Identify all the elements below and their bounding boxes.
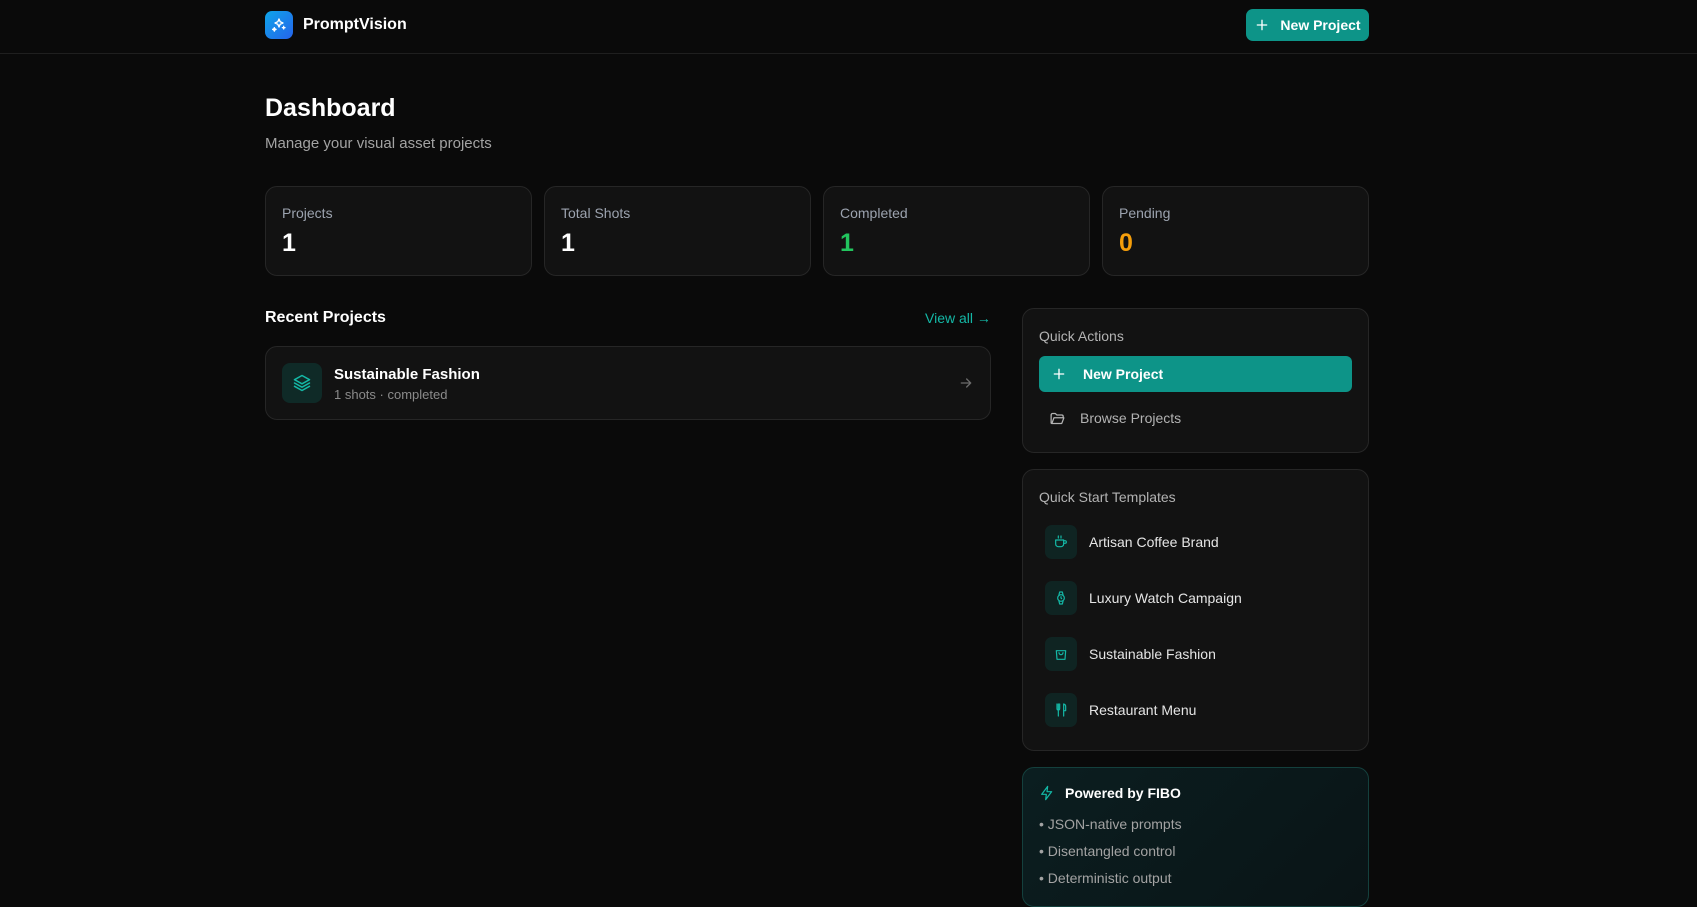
recent-projects-title: Recent Projects	[265, 309, 386, 326]
templates-panel: Quick Start Templates Artisan Coffee Bra…	[1022, 469, 1369, 751]
view-all-link[interactable]: View all →	[925, 310, 991, 326]
stat-card-pending: Pending 0	[1102, 186, 1369, 276]
template-label: Luxury Watch Campaign	[1089, 590, 1242, 606]
stat-label: Pending	[1119, 205, 1171, 221]
template-item-restaurant-menu[interactable]: Restaurant Menu	[1045, 693, 1196, 727]
project-card[interactable]: Sustainable Fashion 1 shots · completed	[265, 346, 991, 420]
fibo-header: Powered by FIBO	[1039, 785, 1181, 801]
zap-icon	[1041, 785, 1053, 801]
templates-title: Quick Start Templates	[1039, 489, 1176, 505]
page-subtitle: Manage your visual asset projects	[265, 135, 492, 152]
brand[interactable]: PromptVision	[265, 11, 407, 39]
plus-icon	[1257, 19, 1268, 31]
browse-projects-label: Browse Projects	[1080, 410, 1182, 426]
stat-value: 1	[840, 229, 854, 257]
quick-actions-panel: Quick Actions New Project Browse Project…	[1022, 308, 1369, 453]
new-project-button[interactable]: New Project	[1246, 9, 1369, 41]
quick-new-project-label: New Project	[1083, 366, 1164, 382]
folder-open-icon	[1049, 410, 1066, 427]
stat-label: Completed	[840, 205, 908, 221]
template-label: Restaurant Menu	[1089, 702, 1197, 718]
powered-by-fibo-panel: Powered by FIBO • JSON-native prompts • …	[1022, 767, 1369, 907]
stat-card-projects: Projects 1	[265, 186, 532, 276]
arrow-right-icon	[958, 375, 974, 396]
template-label: Sustainable Fashion	[1089, 646, 1216, 662]
watch-icon	[1045, 581, 1077, 615]
top-header: PromptVision New Project	[0, 0, 1697, 54]
stat-value: 0	[1119, 229, 1133, 257]
fibo-feature: • Disentangled control	[1039, 843, 1176, 859]
utensils-icon	[1045, 693, 1077, 727]
page-title: Dashboard	[265, 94, 396, 122]
brand-name: PromptVision	[303, 16, 407, 33]
new-project-button-label: New Project	[1280, 17, 1361, 33]
stat-value: 1	[561, 229, 575, 257]
fibo-feature: • JSON-native prompts	[1039, 816, 1182, 832]
browse-projects-button[interactable]: Browse Projects	[1039, 400, 1352, 436]
template-item-sustainable-fashion[interactable]: Sustainable Fashion	[1045, 637, 1216, 671]
stat-card-completed: Completed 1	[823, 186, 1090, 276]
plus-icon	[1051, 366, 1067, 382]
layers-icon	[282, 363, 322, 403]
shopping-bag-icon	[1045, 637, 1077, 671]
template-item-luxury-watch[interactable]: Luxury Watch Campaign	[1045, 581, 1242, 615]
project-meta: 1 shots · completed	[334, 387, 448, 402]
quick-actions-title: Quick Actions	[1039, 328, 1124, 344]
fibo-feature: • Deterministic output	[1039, 870, 1172, 886]
stat-label: Projects	[282, 205, 333, 221]
stat-value: 1	[282, 229, 296, 257]
sparkles-icon	[265, 11, 293, 39]
coffee-icon	[1045, 525, 1077, 559]
template-label: Artisan Coffee Brand	[1089, 534, 1219, 550]
project-name: Sustainable Fashion	[334, 366, 480, 383]
quick-new-project-button[interactable]: New Project	[1039, 356, 1352, 392]
stat-card-total-shots: Total Shots 1	[544, 186, 811, 276]
fibo-title: Powered by FIBO	[1065, 785, 1181, 801]
template-item-artisan-coffee[interactable]: Artisan Coffee Brand	[1045, 525, 1219, 559]
stat-label: Total Shots	[561, 205, 631, 221]
